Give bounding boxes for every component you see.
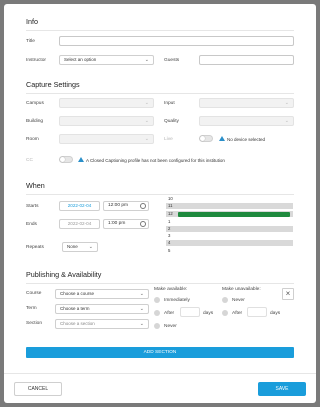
save-button[interactable]: SAVE	[258, 382, 306, 396]
quality-select[interactable]: ⌄	[199, 116, 294, 126]
close-icon: ×	[285, 289, 291, 298]
instructor-select[interactable]: Select an option ⌄	[59, 55, 154, 65]
guests-input[interactable]	[199, 55, 294, 65]
cc-toggle[interactable]	[59, 156, 73, 163]
guests-label: Guests	[164, 58, 180, 63]
available-after-label: After	[164, 311, 175, 316]
chevron-down-icon: ⌄	[139, 306, 144, 312]
toggle-knob	[200, 136, 205, 141]
make-unavailable-label: Make unavailable:	[222, 287, 261, 292]
footer-divider	[4, 373, 316, 374]
term-select-value: Choose a term	[60, 306, 90, 311]
building-label: Building	[26, 119, 44, 124]
create-recording-modal: Info Title Instructor Select an option ⌄…	[4, 4, 316, 403]
campus-select[interactable]: ⌄	[59, 98, 154, 108]
unavailable-days-input[interactable]	[247, 307, 267, 317]
publishing-heading: Publishing & Availability	[26, 270, 102, 279]
unavailable-never-radio[interactable]	[222, 297, 228, 303]
course-select-value: Choose a course	[60, 291, 95, 296]
section-select[interactable]: Choose a section ⌄	[55, 319, 149, 329]
available-after-radio[interactable]	[154, 310, 160, 316]
input-label: Input	[164, 101, 175, 106]
live-toggle[interactable]	[199, 135, 213, 142]
when-heading: When	[26, 181, 45, 190]
chevron-down-icon: ⌄	[144, 136, 149, 142]
scheduled-event-block	[178, 212, 290, 217]
course-select[interactable]: Choose a course ⌄	[55, 289, 149, 299]
quality-label: Quality	[164, 119, 179, 124]
make-available-label: Make available:	[154, 287, 188, 292]
chevron-down-icon: ⌄	[144, 57, 149, 63]
divider	[26, 283, 294, 284]
divider	[26, 30, 294, 31]
immediately-label: Immediately	[164, 298, 190, 303]
schedule-row-2: 2	[166, 226, 293, 232]
capture-settings-heading: Capture Settings	[26, 80, 80, 89]
cc-label: CC	[26, 158, 33, 163]
schedule-preview: 10 11 12 1 2 3 4 5	[166, 196, 294, 258]
cc-message: A Closed Captioning profile has not been…	[86, 158, 225, 163]
room-select[interactable]: ⌄	[59, 134, 154, 144]
schedule-row-3: 3	[166, 233, 293, 239]
add-section-button[interactable]: ADD SECTION	[26, 347, 294, 358]
title-label: Title	[26, 39, 35, 44]
immediately-radio[interactable]	[154, 297, 160, 303]
chevron-down-icon: ⌄	[144, 100, 149, 106]
term-select[interactable]: Choose a term ⌄	[55, 304, 149, 314]
instructor-select-value: Select an option	[64, 57, 97, 62]
title-input[interactable]	[59, 36, 294, 46]
available-days-input[interactable]	[180, 307, 200, 317]
input-select[interactable]: ⌄	[199, 98, 294, 108]
clock-icon	[140, 203, 146, 209]
chevron-down-icon: ⌄	[139, 321, 144, 327]
remove-section-button[interactable]: ×	[282, 288, 294, 300]
unavailable-never-label: Never	[232, 298, 245, 303]
building-select[interactable]: ⌄	[59, 116, 154, 126]
available-days-label: days	[203, 311, 214, 316]
info-icon	[219, 136, 225, 141]
campus-label: Campus	[26, 101, 44, 106]
start-time-value: 12:00 pm	[108, 203, 129, 208]
repeats-select-value: None	[67, 244, 78, 249]
chevron-down-icon: ⌄	[284, 100, 289, 106]
divider	[26, 93, 294, 94]
ends-label: Ends	[26, 222, 37, 227]
end-time-input[interactable]: 1:00 pm	[103, 219, 149, 229]
unavailable-days-label: days	[270, 311, 281, 316]
schedule-row-11: 11	[166, 203, 293, 209]
start-date-input[interactable]: 2022-02-04	[59, 201, 100, 211]
schedule-row-4: 4	[166, 240, 293, 246]
instructor-label: Instructor	[26, 58, 46, 63]
repeats-label: Repeats	[26, 245, 44, 250]
schedule-row-5: 5	[166, 248, 293, 254]
repeats-select[interactable]: None ⌄	[62, 242, 98, 252]
info-icon	[78, 157, 84, 162]
course-label: Course	[26, 291, 42, 296]
chevron-down-icon: ⌄	[144, 118, 149, 124]
chevron-down-icon: ⌄	[284, 118, 289, 124]
section-label: Section	[26, 321, 42, 326]
unavailable-after-radio[interactable]	[222, 310, 228, 316]
starts-label: Starts	[26, 204, 39, 209]
chevron-down-icon: ⌄	[139, 291, 144, 297]
room-label: Room	[26, 137, 39, 142]
toggle-knob	[60, 157, 65, 162]
live-label: Live	[164, 137, 173, 142]
start-time-input[interactable]: 12:00 pm	[103, 201, 149, 211]
available-never-label: Never	[164, 324, 177, 329]
divider	[26, 194, 294, 195]
no-device-message: No device selected	[227, 137, 266, 142]
section-select-value: Choose a section	[60, 321, 95, 326]
schedule-row-10: 10	[166, 196, 293, 202]
cancel-button[interactable]: CANCEL	[14, 382, 62, 396]
info-heading: Info	[26, 17, 38, 26]
end-time-value: 1:00 pm	[108, 221, 126, 226]
schedule-row-1: 1	[166, 219, 293, 225]
available-never-radio[interactable]	[154, 323, 160, 329]
clock-icon	[140, 221, 146, 227]
chevron-down-icon: ⌄	[88, 244, 93, 250]
term-label: Term	[26, 306, 37, 311]
unavailable-after-label: After	[232, 311, 243, 316]
end-date-input[interactable]: 2022-02-04	[59, 219, 100, 229]
